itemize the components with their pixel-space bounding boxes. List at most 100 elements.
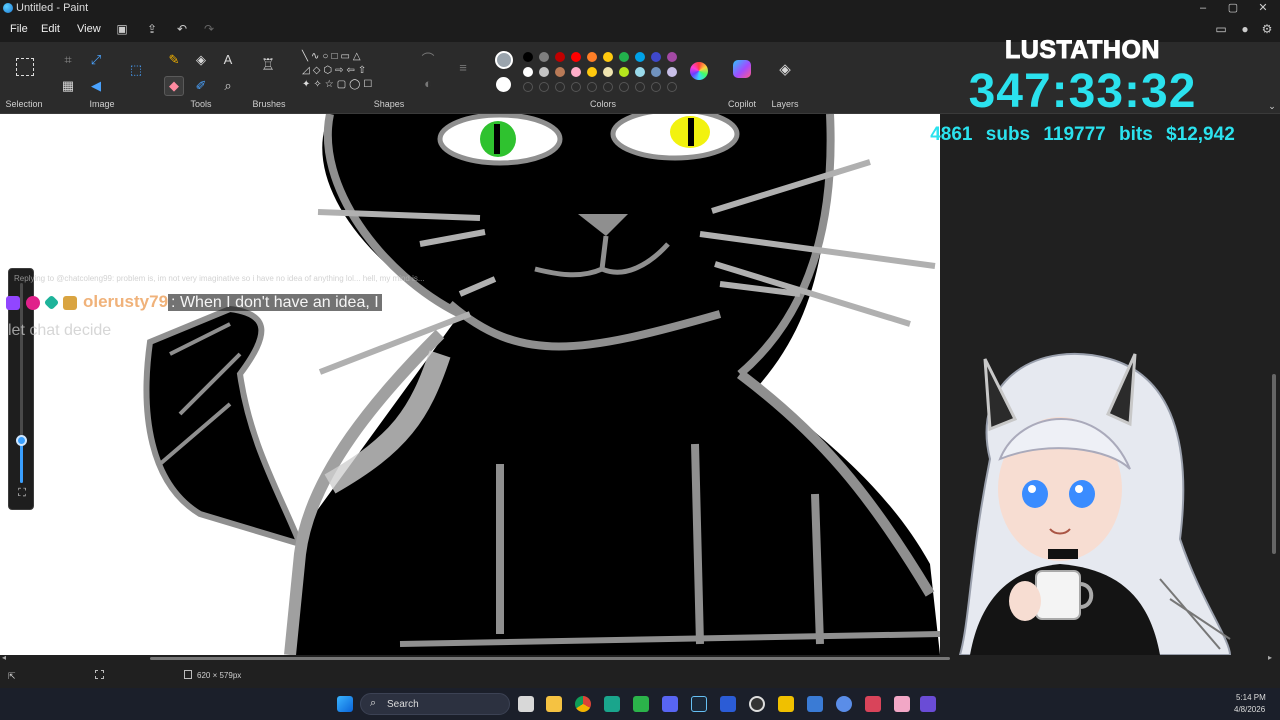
steam-icon[interactable]	[691, 696, 707, 712]
palette-swatch[interactable]	[523, 52, 533, 62]
palette-swatch[interactable]	[571, 52, 581, 62]
vertical-scrollbar[interactable]	[1272, 374, 1276, 554]
start-windows-icon[interactable]	[337, 696, 353, 712]
palette-swatch[interactable]	[635, 67, 645, 77]
shape-outline-icon[interactable]: ⌒	[420, 52, 436, 68]
chrome-icon[interactable]	[575, 696, 591, 712]
horizontal-scrollbar[interactable]: ◂ ▸	[0, 653, 1280, 663]
palette-swatch[interactable]	[555, 52, 565, 62]
menu-view[interactable]: View	[77, 23, 101, 35]
zoom-slider-fill	[20, 441, 23, 483]
background-remove-icon[interactable]: ▦	[60, 78, 76, 94]
palette-swatch[interactable]	[555, 67, 565, 77]
obs-icon[interactable]	[749, 696, 765, 712]
chat-message-continuation: let chat decide	[8, 322, 112, 339]
shape-size-icon[interactable]: ≡	[455, 60, 471, 76]
app-icon-yellow[interactable]	[778, 696, 794, 712]
menu-file[interactable]: File	[10, 23, 28, 35]
taskbar-search-box[interactable]: ⌕ Search	[360, 693, 510, 715]
clock-time[interactable]: 5:14 PM	[1236, 693, 1266, 702]
close-button[interactable]: ✕	[1248, 0, 1278, 16]
palette-swatch[interactable]	[523, 67, 533, 77]
cat-drawing	[143, 114, 940, 655]
save-icon[interactable]: ▣	[113, 20, 131, 38]
palette-swatch[interactable]	[603, 52, 613, 62]
subathon-stats: 4861 subs 119777 bits $12,942	[930, 124, 1235, 145]
rotate-icon[interactable]: ◀	[88, 78, 104, 94]
task-view-icon[interactable]	[518, 696, 534, 712]
settings-gear-icon[interactable]: ⚙	[1258, 20, 1276, 38]
magnifier-icon[interactable]: ⌕	[220, 78, 236, 94]
custom-color-slot[interactable]	[651, 82, 661, 92]
app-icon-blue[interactable]	[807, 696, 823, 712]
fit-to-window-icon[interactable]: ⛶	[15, 487, 29, 501]
file-explorer-icon[interactable]	[546, 696, 562, 712]
custom-color-slot[interactable]	[635, 82, 645, 92]
palette-swatch[interactable]	[619, 67, 629, 77]
custom-color-slot[interactable]	[619, 82, 629, 92]
eraser-icon[interactable]: ◆	[164, 76, 184, 96]
palette-swatch[interactable]	[635, 52, 645, 62]
app-icon-circle[interactable]	[836, 696, 852, 712]
custom-color-slot[interactable]	[587, 82, 597, 92]
palette-swatch[interactable]	[587, 67, 597, 77]
palette-swatch[interactable]	[539, 67, 549, 77]
color-wheel-icon[interactable]	[690, 62, 708, 80]
group-label-tools: Tools	[190, 99, 212, 109]
palette-swatch[interactable]	[651, 52, 661, 62]
custom-color-slot[interactable]	[603, 82, 613, 92]
zoom-slider-thumb[interactable]	[16, 435, 27, 446]
palette-swatch[interactable]	[571, 67, 581, 77]
app-icon-pink[interactable]	[894, 696, 910, 712]
share-icon[interactable]: ⇪	[143, 20, 161, 38]
palette-swatch[interactable]	[667, 67, 677, 77]
app-icon-purple[interactable]	[920, 696, 936, 712]
undo-icon[interactable]: ↶	[173, 20, 191, 38]
pencil-icon[interactable]: ✎	[166, 52, 182, 68]
copilot-icon[interactable]	[733, 60, 751, 78]
shield-icon[interactable]	[720, 696, 736, 712]
palette-swatch[interactable]	[603, 67, 613, 77]
drawing-canvas[interactable]	[0, 114, 940, 655]
layers-icon[interactable]: ◈	[777, 62, 793, 78]
canvas-size-text: 620 × 579px	[197, 671, 242, 680]
custom-color-slot[interactable]	[571, 82, 581, 92]
scroll-left-icon[interactable]: ◂	[2, 653, 6, 662]
palette-swatch[interactable]	[651, 67, 661, 77]
crop-icon[interactable]: ⌗	[60, 52, 76, 68]
palette-swatch[interactable]	[619, 52, 629, 62]
app-icon-green[interactable]	[633, 696, 649, 712]
custom-color-slot[interactable]	[667, 82, 677, 92]
horizontal-scroll-thumb[interactable]	[150, 657, 950, 660]
palette-swatch[interactable]	[667, 52, 677, 62]
custom-color-slot[interactable]	[523, 82, 533, 92]
paint-app-icon	[3, 3, 13, 13]
redo-icon[interactable]: ↷	[200, 20, 218, 38]
app-icon-teal[interactable]	[604, 696, 620, 712]
palette-swatch[interactable]	[539, 52, 549, 62]
image-select-icon[interactable]: ⬚	[128, 62, 144, 78]
shape-fill-icon[interactable]: ◐	[420, 76, 436, 92]
shapes-gallery[interactable]: ╲∿○□▭△ ◿◇⬡⇨⇦⇧ ✦✧☆▢◯☐	[302, 50, 406, 96]
subathon-timer-overlay: LUSTATHON 347:33:32 4861 subs 119777 bit…	[920, 34, 1250, 154]
secondary-color-swatch[interactable]	[496, 77, 511, 92]
palette-swatch[interactable]	[587, 52, 597, 62]
selection-rectangle-icon[interactable]	[16, 58, 34, 76]
minimize-button[interactable]: –	[1188, 0, 1218, 16]
color-picker-icon[interactable]: ✐	[193, 78, 209, 94]
subscriber-badge-icon	[26, 295, 40, 310]
brush-icon[interactable]: ♖	[260, 58, 276, 74]
app-icon-red[interactable]	[865, 696, 881, 712]
scroll-right-icon[interactable]: ▸	[1268, 653, 1272, 662]
custom-color-slot[interactable]	[539, 82, 549, 92]
discord-icon[interactable]	[662, 696, 678, 712]
fill-bucket-icon[interactable]: ◈	[193, 52, 209, 68]
maximize-button[interactable]: ▢	[1218, 0, 1248, 16]
primary-color-swatch[interactable]	[495, 51, 513, 69]
ribbon-collapse-icon[interactable]: ⌄	[1264, 98, 1280, 114]
resize-icon[interactable]: ⤢	[88, 52, 104, 68]
text-icon[interactable]: A	[220, 52, 236, 68]
menu-edit[interactable]: Edit	[41, 23, 60, 35]
custom-color-slot[interactable]	[555, 82, 565, 92]
clock-date[interactable]: 4/8/2026	[1234, 705, 1265, 714]
